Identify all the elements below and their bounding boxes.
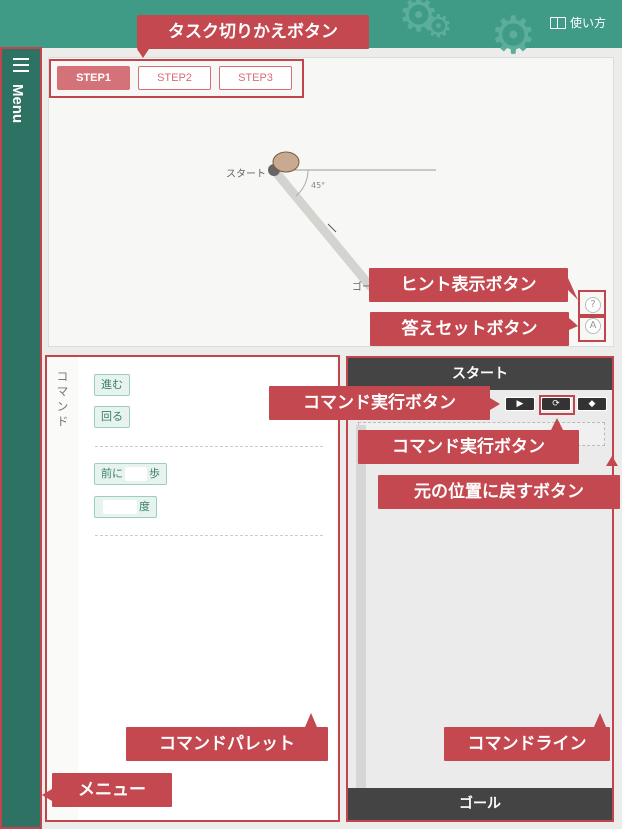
arrow — [606, 456, 618, 466]
arrow — [569, 318, 578, 330]
arrow — [568, 278, 578, 300]
arrow — [551, 418, 563, 430]
annotation-arrows — [42, 49, 618, 801]
arrow — [305, 713, 317, 727]
arrow — [490, 398, 500, 410]
arrow — [137, 49, 149, 58]
arrow — [42, 789, 52, 801]
arrow — [594, 713, 606, 727]
